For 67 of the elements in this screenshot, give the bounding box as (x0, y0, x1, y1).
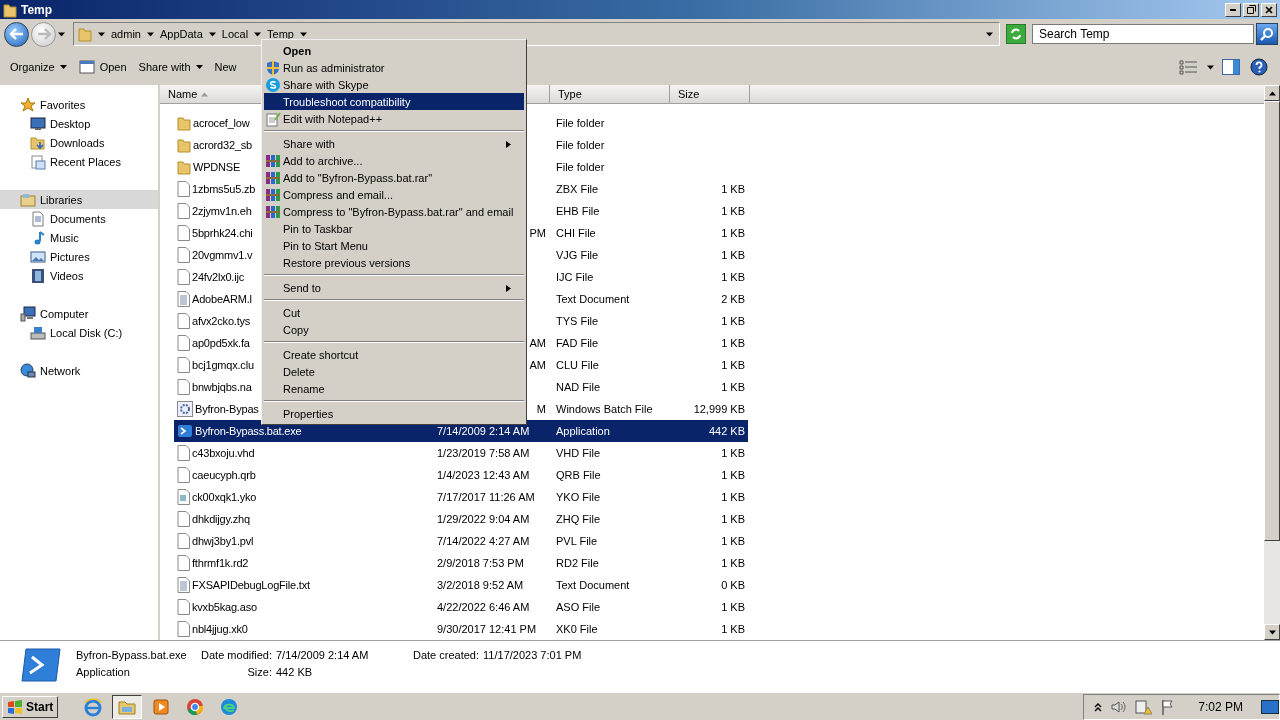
size-cell: 442 KB (670, 420, 748, 442)
date-cell-text: 1/23/2019 7:58 AM (436, 446, 531, 461)
type-cell-text: VJG File (555, 248, 600, 263)
type-cell-text: IJC File (555, 270, 595, 285)
size-cell-text: 1 KB (720, 534, 746, 549)
size-cell-text: 1 KB (720, 182, 746, 197)
type-cell-text: File folder (555, 116, 606, 131)
date-cell-text: 1/4/2023 12:43 AM (436, 468, 531, 483)
type-cell-text: RD2 File (555, 556, 600, 571)
type-cell-text: ZHQ File (555, 512, 601, 527)
size-cell-text: 1 KB (720, 600, 746, 615)
size-cell-text: 1 KB (720, 468, 746, 483)
type-cell-text: Text Document (555, 578, 631, 593)
date-cell-text: AM (528, 358, 547, 373)
field-value: 442 KB (276, 666, 314, 678)
type-cell-text: QRB File (555, 468, 602, 483)
type-cell-text: Windows Batch File (555, 402, 654, 417)
date-cell-text: 7/14/2022 4:27 AM (436, 534, 531, 549)
size-cell-text: 12,999 KB (692, 402, 746, 417)
field-label: Date created: (413, 649, 481, 661)
type-cell-text: XK0 File (555, 622, 599, 637)
type-cell: Application (550, 420, 670, 442)
type-cell-text: ASO File (555, 600, 601, 615)
type-cell-text: Text Document (555, 292, 631, 307)
type-cell-text: PVL File (555, 534, 599, 549)
field-label: Date modified: (200, 649, 273, 661)
date-cell-text: 7/17/2017 11:26 AM (436, 490, 536, 505)
size-cell-text: 1 KB (720, 248, 746, 263)
date-cell-text: 4/22/2022 6:46 AM (436, 600, 531, 615)
size-cell-text: 1 KB (720, 314, 746, 329)
field-value: 11/17/2023 7:01 PM (483, 649, 582, 661)
size-cell-text: 1 KB (720, 358, 746, 373)
date-cell-text: 2/9/2018 7:53 PM (436, 556, 525, 571)
type-cell-text: File folder (555, 138, 606, 153)
date-cell-text: 1/29/2022 9:04 AM (436, 512, 531, 527)
file-name: Byfron-Bypass.bat.exe (76, 649, 188, 661)
date-cell-text: M (535, 402, 547, 417)
field-value: 7/14/2009 2:14 AM (276, 649, 370, 661)
type-cell-text: TYS File (555, 314, 600, 329)
size-cell-text: 1 KB (720, 446, 746, 461)
size-cell-text: 0 KB (720, 578, 746, 593)
date-cell-text: PM (528, 226, 547, 241)
type-cell-text: File folder (555, 160, 606, 175)
type-cell-text: YKO File (555, 490, 601, 505)
size-cell-text: 1 KB (720, 512, 746, 527)
file-type: Application (76, 666, 131, 678)
size-cell-text: 1 KB (720, 622, 746, 637)
size-cell-text: 1 KB (720, 204, 746, 219)
type-cell-text: NAD File (555, 380, 601, 395)
size-cell-text: 2 KB (720, 292, 746, 307)
type-cell-text: FAD File (555, 336, 600, 351)
size-cell-text: 1 KB (720, 490, 746, 505)
type-cell-text: VHD File (555, 446, 601, 461)
date-cell-text: 3/2/2018 9:52 AM (436, 578, 525, 593)
field-label: Size: (246, 666, 273, 678)
size-cell-text: 1 KB (720, 226, 746, 241)
date-cell-text: AM (528, 336, 547, 351)
size-cell-text: 1 KB (720, 336, 746, 351)
size-cell-text: 1 KB (720, 556, 746, 571)
type-cell-text: EHB File (555, 204, 601, 219)
type-cell-text: CLU File (555, 358, 600, 373)
size-cell-text: 1 KB (720, 380, 746, 395)
type-cell-text: CHI File (555, 226, 597, 241)
date-cell-text: 9/30/2017 12:41 PM (436, 622, 538, 637)
type-cell-text: ZBX File (555, 182, 600, 197)
window-title: Temp (21, 2, 53, 17)
size-cell-text: 1 KB (720, 270, 746, 285)
